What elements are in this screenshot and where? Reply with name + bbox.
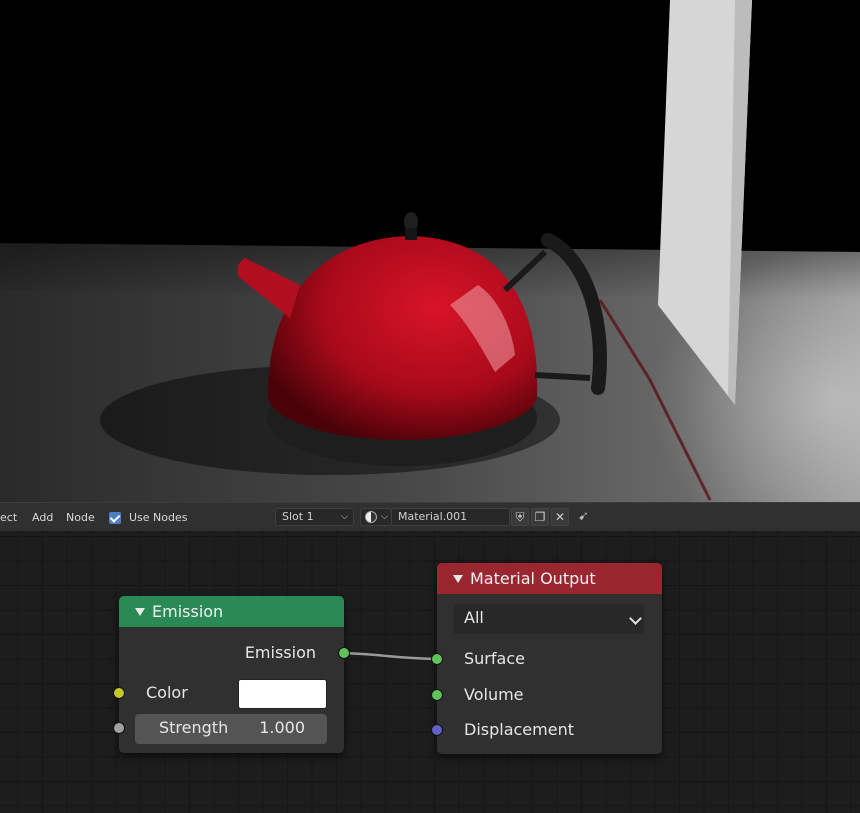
displacement-input-socket[interactable] — [431, 724, 443, 736]
node-editor-canvas[interactable]: Emission Emission Color Strength 1.000 M… — [0, 531, 860, 813]
menu-node[interactable]: Node — [66, 511, 95, 524]
volume-input-socket[interactable] — [431, 689, 443, 701]
volume-input-label: Volume — [464, 685, 524, 704]
material-sphere-icon — [365, 511, 377, 523]
material-name-field[interactable]: Material.001 — [391, 508, 510, 526]
fake-user-shield-icon[interactable]: ⛨ — [511, 508, 529, 526]
menu-add[interactable]: Add — [32, 511, 53, 524]
emission-node[interactable]: Emission Emission Color Strength 1.000 — [119, 596, 344, 753]
color-swatch[interactable] — [238, 679, 327, 709]
target-dropdown[interactable]: All — [453, 604, 644, 634]
emission-node-header[interactable]: Emission — [119, 596, 344, 627]
pin-icon[interactable]: ➹ — [578, 509, 589, 524]
color-input-label: Color — [146, 683, 188, 702]
menu-select[interactable]: ect — [0, 511, 17, 524]
use-nodes-label: Use Nodes — [129, 511, 188, 524]
collapse-triangle-icon[interactable] — [135, 607, 145, 616]
strength-input-socket[interactable] — [113, 722, 125, 734]
color-input-socket[interactable] — [113, 687, 125, 699]
chevron-down-icon — [629, 612, 642, 625]
duplicate-icon[interactable]: ❐ — [531, 508, 549, 526]
slot-dropdown[interactable]: Slot 1 ⌵ — [275, 508, 354, 526]
material-browse-button[interactable]: ⌵ — [360, 508, 392, 526]
material-name: Material.001 — [398, 510, 468, 523]
strength-label: Strength — [159, 718, 229, 737]
slot-value: Slot 1 — [282, 510, 314, 523]
material-output-node[interactable]: Material Output All Surface Volume Displ… — [437, 563, 662, 754]
render-viewport[interactable] — [0, 0, 860, 502]
target-value: All — [464, 608, 484, 627]
strength-value: 1.000 — [259, 718, 305, 737]
close-icon[interactable]: ✕ — [551, 508, 569, 526]
surface-input-socket[interactable] — [431, 653, 443, 665]
material-output-node-header[interactable]: Material Output — [437, 563, 662, 594]
chevron-down-icon: ⌵ — [381, 512, 388, 522]
emission-output-socket[interactable] — [338, 647, 350, 659]
collapse-triangle-icon[interactable] — [453, 574, 463, 583]
node-editor-header: ect Add Node Use Nodes Slot 1 ⌵ ⌵ Materi… — [0, 502, 860, 531]
displacement-input-label: Displacement — [464, 720, 574, 739]
strength-slider[interactable]: Strength 1.000 — [135, 714, 327, 744]
emission-output-label: Emission — [244, 643, 316, 662]
use-nodes-checkbox[interactable] — [109, 512, 121, 524]
emission-node-title: Emission — [152, 602, 224, 621]
surface-input-label: Surface — [464, 649, 525, 668]
node-link-emission-surface — [343, 651, 438, 661]
chevron-down-icon: ⌵ — [341, 512, 348, 522]
material-output-node-title: Material Output — [470, 569, 596, 588]
render-image — [0, 0, 860, 502]
